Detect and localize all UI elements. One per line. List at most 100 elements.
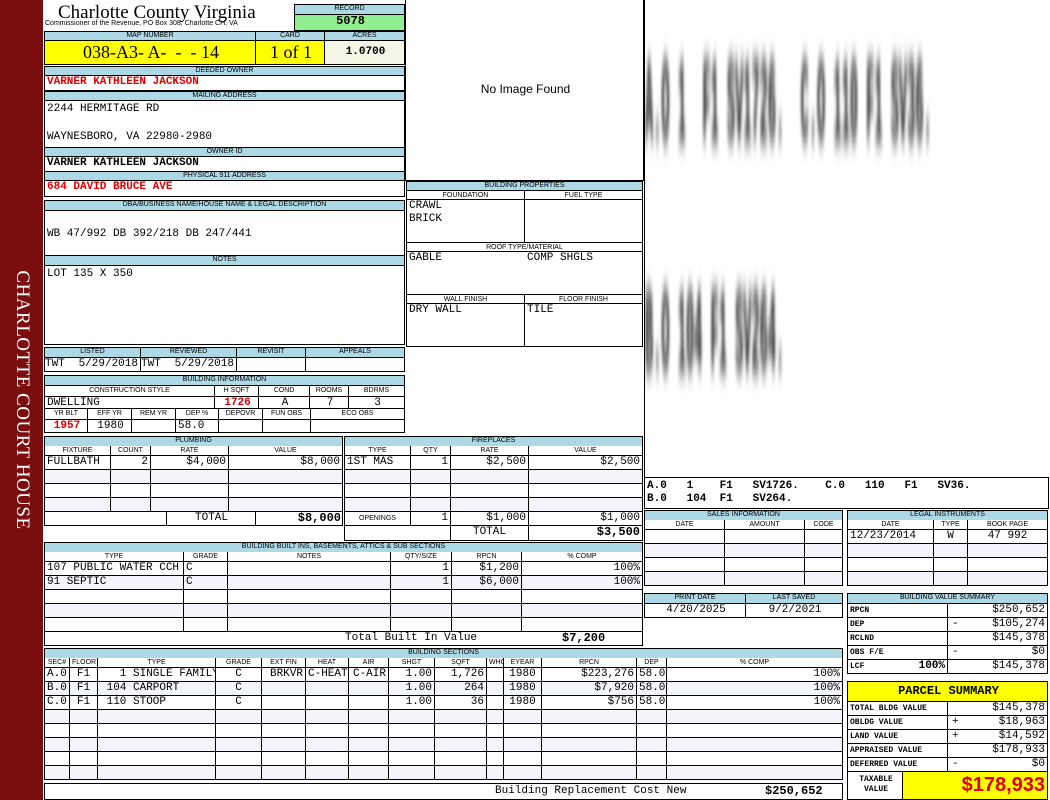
sec-col-6: AIR <box>349 658 389 667</box>
sec-col-13: % COMP <box>739 659 770 666</box>
sales-cell <box>725 572 805 585</box>
last-saved: 9/2/2021 <box>745 603 843 618</box>
summary-sign: + <box>952 716 959 728</box>
sales-cell <box>645 572 725 585</box>
plumb-cell: $8,000 <box>300 456 340 468</box>
sec-cell <box>216 738 262 751</box>
sec-cell <box>435 738 487 751</box>
foundation: CRAWL BRICK <box>406 199 525 243</box>
bi-row <box>44 618 643 632</box>
sec-cell: 36 <box>435 696 487 709</box>
sec-cell: 1.00 <box>389 668 435 681</box>
bvs-value: $250,652 <box>992 604 1045 616</box>
plumbing-total-label: TOTAL <box>195 512 229 524</box>
sec-cell <box>637 752 667 765</box>
bi-col-5: % COMP <box>567 553 597 560</box>
sec-row: C.0 F1 110 STOOP C 1.00 36 1980 $756 58.0 100% <box>44 696 843 710</box>
mailing-line-2: WAYNESBORO, VA 22980-2980 <box>47 131 213 143</box>
revisit <box>236 357 306 372</box>
sec-cell <box>542 710 637 723</box>
sales-row <box>644 530 843 544</box>
bi-row: 107 PUBLIC WATER CCH C 1 $1,200 100% <box>44 562 643 576</box>
fire-row: 1ST MAS 1 $2,500 $2,500 <box>344 456 643 470</box>
sidebar-banner: CHARLOTTE COURT HOUSE <box>0 0 43 800</box>
plumb-cell <box>229 484 342 497</box>
sec-cell <box>262 766 306 779</box>
bvs-value-cell: - $105,274 <box>947 617 1048 632</box>
foundation-1: CRAWL <box>409 200 443 212</box>
fireplaces-total-label: TOTAL <box>451 526 529 540</box>
sales-cell <box>725 544 805 557</box>
sec-cell <box>70 766 98 779</box>
bi-cell: 100% <box>613 562 640 574</box>
summary-sign: + <box>952 730 959 742</box>
summary-value-cell: + $14,592 <box>947 729 1048 744</box>
bvs-label-cell: OBS F/E <box>847 645 948 660</box>
bi-row <box>44 590 643 604</box>
sec-cell <box>435 710 487 723</box>
roof: GABLE COMP SHGLS <box>406 251 643 295</box>
summary-value: $0 <box>1031 758 1045 770</box>
legal-row: 12/23/2014 W 47 992 <box>847 530 1048 544</box>
sec-cell <box>667 766 842 779</box>
appeals <box>305 357 405 372</box>
bi-cell <box>391 604 452 617</box>
sec-cell <box>504 766 542 779</box>
bi-cell: 100% <box>613 576 640 588</box>
sec-cell: 58.0 <box>639 668 667 681</box>
sales-header-row: DATE AMOUNT CODE <box>644 520 843 530</box>
sec-cell <box>542 766 637 779</box>
sales-row <box>644 558 843 572</box>
sec-cell <box>667 738 842 751</box>
sec-cell: 100% <box>813 682 840 694</box>
sec-cell <box>98 752 216 765</box>
plumb-row <box>44 470 343 484</box>
bvs-value: $0 <box>1031 646 1045 658</box>
mailing-address: 2244 HERMITAGE RD WAYNESBORO, VA 22980-29… <box>44 100 405 148</box>
sketch-legend: A.0 1 F1 SV1726. C.0 110 F1 SV36. B.0 104… <box>644 477 1049 509</box>
plumb-col-1: COUNT <box>111 446 151 455</box>
sales-cell <box>805 572 842 585</box>
legal-cell <box>848 544 934 557</box>
bi-header-row: TYPE GRADE NOTES QTY/SIZE RPCN % COMP <box>44 552 643 562</box>
sketch-legend-2: B.0 104 F1 SV264. <box>647 493 793 505</box>
sec-cell <box>487 710 504 723</box>
bi-row: 91 SEPTIC C 1 $6,000 100% <box>44 576 643 590</box>
bvs-label: RCLND <box>850 634 875 643</box>
sec-cell <box>70 724 98 737</box>
sec-cell <box>542 752 637 765</box>
plumb-row: FULLBATH 2 $4,000 $8,000 <box>44 456 343 470</box>
bi-cell <box>452 618 522 631</box>
bvs-label: RPCN <box>850 606 870 615</box>
sec-cell <box>262 696 306 709</box>
sec-cell <box>637 724 667 737</box>
sales-col-2: CODE <box>813 521 834 528</box>
plumbing-total-row: TOTAL $8,000 <box>44 511 343 526</box>
sec-col-8: SQFT <box>435 658 487 667</box>
sales-row <box>644 544 843 558</box>
sec-col-7: SHGT <box>389 658 435 667</box>
sec-col-5: HEAT <box>306 658 349 667</box>
sec-row <box>44 752 843 766</box>
openings-row: OPENINGS 1 $1,000 $1,000 <box>344 511 643 526</box>
sec-cell <box>98 724 216 737</box>
effective-year: 1980 <box>87 419 132 433</box>
plumb-cell: FULLBATH <box>45 456 111 469</box>
legal-cell <box>934 572 968 585</box>
acres-value: 1.0700 <box>324 40 405 65</box>
sidebar-text: CHARLOTTE COURT HOUSE <box>11 270 33 530</box>
sec-cell <box>504 738 542 751</box>
sec-cell <box>98 710 216 723</box>
sec-cell <box>70 752 98 765</box>
sec-cell <box>487 668 504 681</box>
sec-cell <box>216 710 262 723</box>
fuel-type <box>524 199 643 243</box>
fire-row <box>344 498 643 512</box>
plumb-cell <box>229 498 342 511</box>
fire-cell <box>529 470 642 483</box>
bi-cell: 1 <box>391 562 452 575</box>
reviewed: TWT 5/29/2018 <box>140 357 237 372</box>
bi-cell <box>228 618 391 631</box>
sec-cell <box>504 710 542 723</box>
legal-col-0: DATE <box>848 520 934 529</box>
